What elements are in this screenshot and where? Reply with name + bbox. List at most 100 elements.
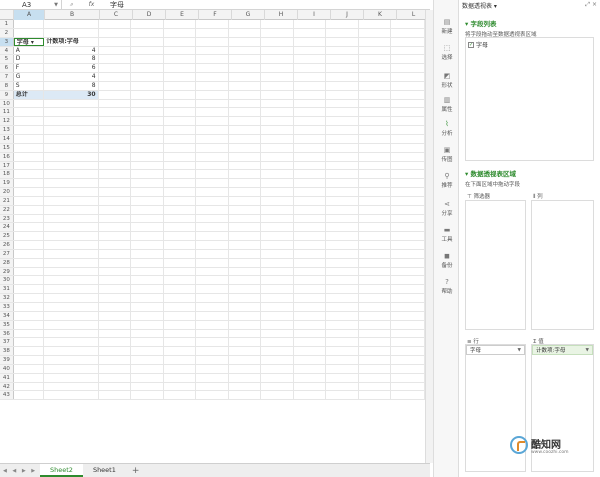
cell[interactable] [359,99,392,108]
row-header[interactable]: 17 [0,161,14,170]
cell[interactable] [294,285,327,294]
cell[interactable] [99,320,132,329]
cell[interactable] [99,99,132,108]
cell[interactable] [44,28,99,37]
cell[interactable] [359,170,392,179]
cell[interactable] [359,188,392,196]
cell[interactable] [359,241,392,249]
cell[interactable] [131,205,164,214]
cell[interactable] [261,294,294,302]
cell[interactable] [131,214,164,223]
cell[interactable] [14,170,45,179]
field-item-zimu[interactable]: ✓ 字母 [468,40,488,49]
cell[interactable] [326,90,359,99]
cell[interactable] [294,258,327,267]
cell[interactable] [261,117,294,126]
cell[interactable] [14,329,45,338]
cell[interactable] [391,276,425,285]
row-header[interactable]: 19 [0,179,14,188]
cell[interactable] [14,356,45,364]
cell[interactable] [391,161,425,170]
column-area[interactable] [531,200,594,330]
cell[interactable] [14,99,45,108]
cell[interactable] [261,46,294,55]
cell[interactable] [44,364,99,373]
column-header-b[interactable]: B [45,10,100,20]
pivot-row-label[interactable]: G [14,73,45,81]
cell[interactable] [261,73,294,81]
cell[interactable] [359,276,392,285]
cell[interactable] [99,294,132,302]
pivot-total-label[interactable]: 总计 [13,90,45,99]
cell[interactable] [261,223,294,232]
cell[interactable] [99,179,132,188]
cell[interactable] [359,258,392,267]
cell[interactable] [131,267,164,276]
cell[interactable] [99,223,132,232]
cell[interactable] [164,276,197,285]
cell[interactable] [326,338,359,347]
cell[interactable] [229,249,262,258]
row-header[interactable]: 1 [0,20,14,28]
row-header[interactable]: 29 [0,267,14,276]
cell[interactable] [164,28,197,37]
cell[interactable] [99,232,132,241]
cell[interactable] [164,108,197,117]
cell[interactable] [359,214,392,223]
pivot-total-value[interactable]: 30 [44,90,99,99]
cell[interactable] [131,382,164,391]
cell[interactable] [294,99,327,108]
cell[interactable] [131,152,164,161]
cell[interactable] [229,81,262,90]
row-header[interactable]: 8 [0,81,14,90]
cell[interactable] [196,356,229,364]
row-header[interactable]: 35 [0,320,14,329]
cell[interactable] [164,73,197,81]
row-header[interactable]: 20 [0,188,14,196]
cell[interactable] [359,347,392,356]
cell[interactable] [14,28,45,37]
row-header[interactable]: 11 [0,108,14,117]
cell[interactable] [164,320,197,329]
cell[interactable] [391,258,425,267]
cell[interactable] [326,294,359,302]
cell[interactable] [359,232,392,241]
add-sheet-button[interactable]: + [126,466,146,476]
cell[interactable] [326,347,359,356]
cell[interactable] [196,73,229,81]
cell[interactable] [359,249,392,258]
cell[interactable] [44,276,99,285]
cell[interactable] [326,161,359,170]
cell[interactable] [131,249,164,258]
cell[interactable] [294,364,327,373]
cell[interactable] [99,249,132,258]
cell[interactable] [131,81,164,90]
cell[interactable] [326,232,359,241]
cell[interactable] [164,46,197,55]
cell[interactable] [294,134,327,143]
cell[interactable] [261,338,294,347]
cell[interactable] [359,55,392,64]
cell[interactable] [164,134,197,143]
cell[interactable] [229,232,262,241]
column-header-i[interactable]: I [298,10,331,20]
cell[interactable] [99,161,132,170]
cell[interactable] [359,329,392,338]
cell[interactable] [391,241,425,249]
cell[interactable] [99,338,132,347]
cell[interactable] [14,214,45,223]
cell[interactable] [391,55,425,64]
cell[interactable] [164,99,197,108]
cell[interactable] [196,249,229,258]
cell[interactable] [391,391,425,400]
cell[interactable] [391,347,425,356]
cell[interactable] [196,134,229,143]
cell[interactable] [229,126,262,134]
cell[interactable] [261,152,294,161]
cell[interactable] [391,143,425,152]
cell[interactable] [294,152,327,161]
row-header[interactable]: 42 [0,382,14,391]
chevron-down-icon[interactable]: ▼ [518,346,521,356]
zoom-icon[interactable]: ⌕ [70,1,73,9]
row-header[interactable]: 7 [0,73,14,81]
